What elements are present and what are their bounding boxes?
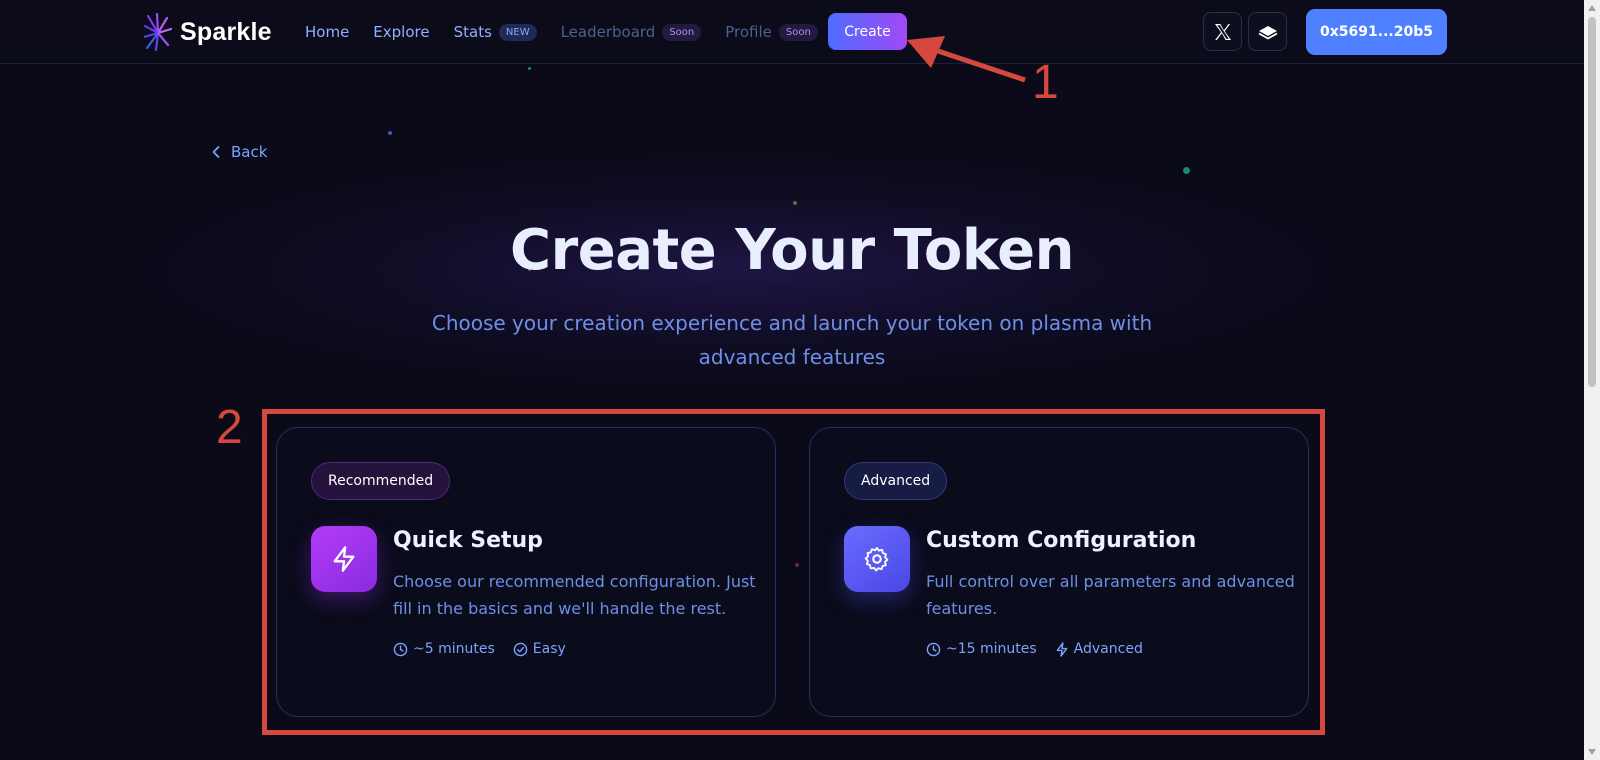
custom-config-icon-tile xyxy=(844,526,910,592)
time-estimate: ~15 minutes xyxy=(926,641,1037,657)
page-title: Create Your Token xyxy=(510,218,1074,283)
soon-badge: Soon xyxy=(662,23,702,41)
nav-profile-label: Profile xyxy=(725,23,772,41)
docs-button[interactable] xyxy=(1248,12,1287,51)
logo[interactable]: Sparkle xyxy=(144,13,272,51)
x-logo-icon xyxy=(1214,23,1231,40)
scroll-thumb[interactable] xyxy=(1588,17,1596,387)
logo-text: Sparkle xyxy=(180,17,272,46)
book-icon xyxy=(1258,25,1277,40)
new-badge: NEW xyxy=(498,23,537,41)
clock-icon xyxy=(926,642,941,656)
nav-explore[interactable]: Explore xyxy=(373,20,429,44)
time-estimate-label: ~5 minutes xyxy=(413,641,495,657)
sparkle-logo-icon xyxy=(144,13,172,51)
chevron-left-icon xyxy=(212,146,220,158)
nav-explore-label: Explore xyxy=(373,23,430,41)
clock-icon xyxy=(393,642,408,656)
difficulty-label: Easy xyxy=(532,641,566,657)
main-nav: Home Explore Stats NEW Leaderboard Soon … xyxy=(305,20,842,44)
difficulty: Easy xyxy=(513,641,566,657)
back-link[interactable]: Back xyxy=(211,143,267,161)
wallet-address-button[interactable]: 0x5691...20b5 xyxy=(1306,9,1447,55)
advanced-badge: Advanced xyxy=(844,462,948,500)
custom-config-title: Custom Configuration xyxy=(926,528,1197,553)
nav-home-label: Home xyxy=(305,23,350,41)
recommended-badge-label: Recommended xyxy=(328,473,434,489)
decor-dot xyxy=(1183,167,1190,174)
quick-setup-icon-tile xyxy=(311,526,377,592)
scroll-down-arrow-icon[interactable] xyxy=(1588,749,1596,755)
x-social-button[interactable] xyxy=(1203,12,1242,51)
difficulty: Advanced xyxy=(1055,641,1143,657)
nav-home[interactable]: Home xyxy=(305,20,349,44)
check-circle-icon xyxy=(513,642,528,656)
advanced-badge-label: Advanced xyxy=(861,473,931,489)
soon-badge: Soon xyxy=(778,23,818,41)
quick-setup-card[interactable]: Recommended Quick Setup Choose our recom… xyxy=(276,427,776,717)
top-navigation-bar: Sparkle Home Explore Stats NEW Leaderboa… xyxy=(0,0,1584,64)
create-button[interactable]: Create xyxy=(828,13,907,50)
page-subtitle: Choose your creation experience and laun… xyxy=(431,311,1153,369)
page-scrollbar[interactable] xyxy=(1584,0,1600,760)
scroll-up-arrow-icon[interactable] xyxy=(1588,5,1596,11)
difficulty-label: Advanced xyxy=(1073,641,1143,657)
quick-setup-description: Choose our recommended configuration. Ju… xyxy=(393,572,756,618)
gear-icon xyxy=(864,546,889,572)
quick-setup-meta: ~5 minutes Easy xyxy=(393,641,584,657)
annotation-number-1: 1 xyxy=(1032,56,1059,109)
lightning-icon xyxy=(333,546,355,572)
custom-config-description: Full control over all parameters and adv… xyxy=(926,572,1295,618)
decor-dot xyxy=(528,67,531,70)
annotation-number-2: 2 xyxy=(216,401,243,454)
nav-leaderboard[interactable]: Leaderboard Soon xyxy=(561,20,702,44)
decor-dot xyxy=(793,201,797,205)
nav-leaderboard-label: Leaderboard xyxy=(560,23,656,41)
nav-stats[interactable]: Stats NEW xyxy=(454,20,537,44)
recommended-badge: Recommended xyxy=(311,462,451,500)
time-estimate: ~5 minutes xyxy=(393,641,495,657)
custom-config-meta: ~15 minutes Advanced xyxy=(926,641,1161,657)
custom-configuration-card[interactable]: Advanced Custom Configuration Full contr… xyxy=(809,427,1309,717)
annotation-arrow-icon xyxy=(907,36,1026,83)
decor-dot xyxy=(388,131,392,135)
lightning-icon xyxy=(1056,641,1068,657)
quick-setup-title: Quick Setup xyxy=(393,528,543,553)
nav-profile[interactable]: Profile Soon xyxy=(725,20,818,44)
time-estimate-label: ~15 minutes xyxy=(946,641,1037,657)
back-label: Back xyxy=(231,143,268,161)
nav-stats-label: Stats xyxy=(453,23,492,41)
